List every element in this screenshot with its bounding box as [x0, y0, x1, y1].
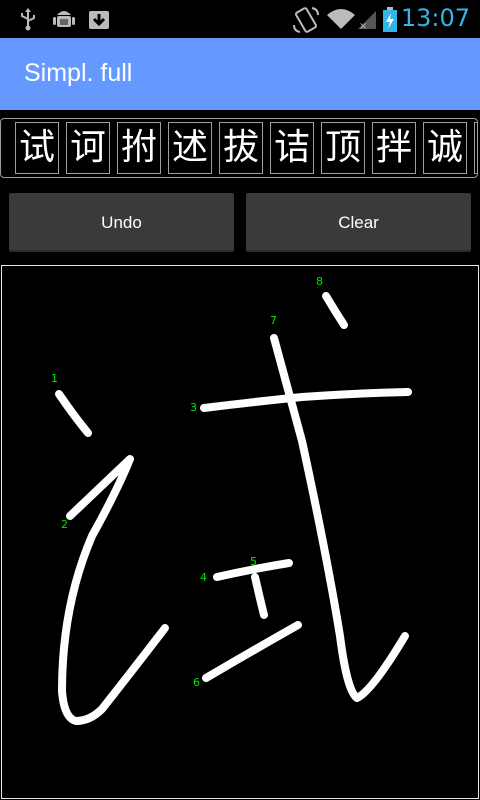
app-title: Simpl. full: [24, 59, 133, 87]
ink-stroke-2: [58, 455, 169, 725]
candidate-char[interactable]: 诘: [270, 122, 314, 174]
stroke-number: 4: [200, 571, 207, 584]
stroke-number: 7: [270, 314, 277, 327]
stroke-number: 2: [61, 518, 68, 531]
stroke-number: 8: [316, 275, 323, 288]
ink-stroke-3: [200, 388, 412, 412]
candidate-char[interactable]: 述: [168, 122, 212, 174]
undo-button[interactable]: Undo: [9, 193, 234, 252]
handwriting-canvas[interactable]: 1 2 3 4 5 6 7 8: [1, 265, 479, 799]
candidate-char[interactable]: 拌: [372, 122, 416, 174]
stroke-number: 5: [250, 555, 257, 568]
candidate-overflow: [474, 122, 477, 174]
status-bar: × 13:07: [0, 0, 480, 38]
wifi-icon: [327, 9, 355, 29]
candidate-char[interactable]: 诚: [423, 122, 467, 174]
candidate-list[interactable]: 试 诃 拊 述 拔 诘 顶 拌 诚: [0, 118, 478, 178]
stroke-number: 1: [51, 372, 58, 385]
candidate-char[interactable]: 试: [15, 122, 59, 174]
signal-icon: ×: [358, 11, 376, 31]
candidate-char[interactable]: 顶: [321, 122, 365, 174]
rotation-lock-icon: [293, 7, 319, 33]
ink-stroke-6: [202, 621, 302, 682]
candidate-char[interactable]: 拊: [117, 122, 161, 174]
svg-text:×: ×: [359, 21, 367, 31]
candidate-char[interactable]: 拔: [219, 122, 263, 174]
battery-charging-icon: [383, 7, 397, 32]
clear-button[interactable]: Clear: [246, 193, 471, 252]
status-time: 13:07: [400, 4, 470, 32]
usb-icon: [21, 8, 35, 31]
stroke-number: 6: [193, 676, 200, 689]
stroke-number: 3: [190, 401, 197, 414]
ink-stroke-8: [322, 292, 348, 329]
ink-stroke-1: [55, 390, 92, 437]
candidate-char[interactable]: 诃: [66, 122, 110, 174]
ink-strokes: 1 2 3 4 5 6 7 8: [51, 275, 412, 725]
download-icon: [89, 11, 109, 29]
android-debug-icon: [53, 11, 75, 27]
action-bar: Simpl. full: [0, 38, 480, 110]
ink-stroke-5: [251, 573, 268, 619]
